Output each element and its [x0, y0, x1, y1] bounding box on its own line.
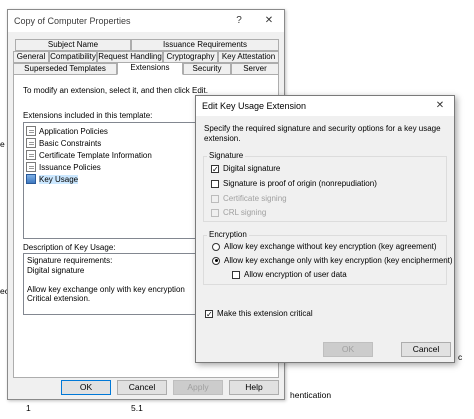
list-item[interactable]: Certificate Template Information — [26, 149, 152, 161]
ok-button[interactable]: OK — [61, 380, 111, 395]
tab-extensions[interactable]: Extensions — [117, 62, 183, 75]
certificate-page-icon — [26, 150, 36, 160]
background-text-fragment: 5.1 — [131, 403, 143, 413]
list-item-label: Key Usage — [39, 174, 79, 184]
radio-unselected[interactable] — [212, 242, 220, 251]
close-icon[interactable]: ✕ — [259, 13, 279, 29]
description-label: Description of Key Usage: — [23, 243, 116, 252]
help-button[interactable]: Help — [229, 380, 279, 395]
dialog-ok-button[interactable]: OK — [323, 342, 373, 357]
encryption-group-label: Encryption — [207, 230, 249, 239]
digital-signature-checkbox[interactable]: ✓ Digital signature — [211, 164, 280, 173]
dialog-title: Edit Key Usage Extension — [202, 101, 307, 111]
checkbox-checked[interactable]: ✓ — [211, 164, 219, 173]
close-icon[interactable]: ✕ — [430, 98, 450, 114]
radio-label: Allow key exchange only with key encrypt… — [224, 256, 453, 265]
cancel-button[interactable]: Cancel — [117, 380, 167, 395]
certificate-page-icon — [26, 126, 36, 136]
checkbox-disabled[interactable] — [211, 194, 219, 203]
dialog-title-bar[interactable]: Edit Key Usage Extension ✕ — [196, 96, 454, 116]
radio-selected[interactable] — [212, 256, 220, 265]
key-usage-icon — [26, 174, 36, 184]
checkbox-label: Signature is proof of origin (nonrepudia… — [223, 179, 377, 188]
checkbox-disabled[interactable] — [211, 208, 219, 217]
key-encipherment-radio[interactable]: Allow key exchange only with key encrypt… — [212, 256, 453, 265]
list-item[interactable]: Basic Constraints — [26, 137, 101, 149]
radio-label: Allow key exchange without key encryptio… — [224, 242, 437, 251]
certificate-page-icon — [26, 138, 36, 148]
checkbox-label: CRL signing — [223, 208, 267, 217]
nonrepudiation-checkbox[interactable]: Signature is proof of origin (nonrepudia… — [211, 179, 377, 188]
list-item[interactable]: Application Policies — [26, 125, 108, 137]
instructions-text: To modify an extension, select it, and t… — [23, 86, 208, 95]
checkbox-label: Certificate signing — [223, 194, 287, 203]
tab-general[interactable]: General — [13, 51, 49, 63]
edit-key-usage-dialog: Edit Key Usage Extension ✕ Specify the r… — [195, 95, 455, 363]
allow-user-data-encryption-checkbox[interactable]: Allow encryption of user data — [232, 270, 347, 279]
checkbox-label: Allow encryption of user data — [244, 270, 347, 279]
list-item-label: Certificate Template Information — [39, 150, 152, 160]
crl-signing-checkbox[interactable]: CRL signing — [211, 208, 266, 217]
background-text-fragment: c — [458, 352, 463, 362]
tab-subject-name[interactable]: Subject Name — [15, 39, 131, 51]
list-item-key-usage[interactable]: Key Usage — [26, 173, 79, 185]
certificate-signing-checkbox[interactable]: Certificate signing — [211, 194, 287, 203]
dialog-cancel-button[interactable]: Cancel — [401, 342, 451, 357]
background-text-fragment: 1 — [26, 403, 31, 413]
list-item-label: Application Policies — [39, 126, 108, 136]
background-text-fragment: e — [0, 139, 5, 149]
list-item[interactable]: Issuance Policies — [26, 161, 101, 173]
critical-extension-checkbox[interactable]: ✓ Make this extension critical — [205, 309, 313, 318]
certificate-page-icon — [26, 162, 36, 172]
background-text-fragment: hentication — [290, 390, 332, 400]
title-bar[interactable]: Copy of Computer Properties ? ✕ — [8, 10, 284, 32]
apply-button[interactable]: Apply — [173, 380, 223, 395]
checkbox-checked[interactable]: ✓ — [205, 309, 213, 318]
signature-group-label: Signature — [207, 151, 246, 160]
window-title: Copy of Computer Properties — [14, 16, 131, 26]
checkbox-unchecked[interactable] — [232, 270, 240, 279]
help-icon[interactable]: ? — [229, 13, 249, 29]
extensions-list-label: Extensions included in this template: — [23, 111, 153, 120]
list-item-label: Basic Constraints — [39, 138, 102, 148]
list-item-label: Issuance Policies — [39, 162, 101, 172]
tab-compatibility[interactable]: Compatibility — [49, 51, 97, 63]
checkbox-unchecked[interactable] — [211, 179, 219, 188]
key-agreement-radio[interactable]: Allow key exchange without key encryptio… — [212, 242, 437, 251]
checkbox-label: Digital signature — [223, 164, 281, 173]
tab-key-attestation[interactable]: Key Attestation — [218, 51, 279, 63]
dialog-description: Specify the required signature and secur… — [204, 124, 441, 143]
tab-issuance-requirements[interactable]: Issuance Requirements — [131, 39, 279, 51]
checkbox-label: Make this extension critical — [217, 309, 313, 318]
